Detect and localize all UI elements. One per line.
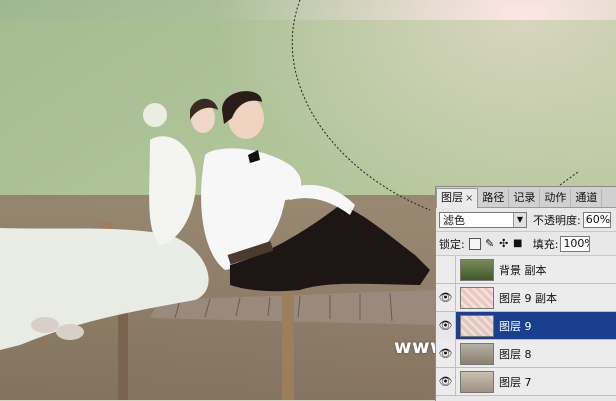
lock-row: 锁定: ✎ ✣ ■ 填充: 100% <box>436 232 616 256</box>
tab-actions[interactable]: 动作 <box>540 189 572 207</box>
layer-name: 背景 副本 <box>499 263 547 277</box>
fill-label: 填充: <box>532 237 559 251</box>
opacity-input[interactable]: 60% <box>582 211 611 228</box>
layer-thumbnail <box>460 314 494 337</box>
panel-tabs: 图层 × 路径 记录 动作 通道 <box>436 187 616 208</box>
tab-channels[interactable]: 通道 <box>571 189 603 207</box>
fill-input[interactable]: 100% <box>560 235 591 252</box>
lock-all-icon[interactable]: ■ <box>513 238 523 249</box>
blend-mode-select[interactable]: 滤色 ▼ <box>439 211 527 228</box>
layer-thumbnail <box>460 370 494 393</box>
layer-name: 图层 8 <box>499 347 532 361</box>
layer-row[interactable]: 👁 图层 9 副本 <box>436 283 616 312</box>
tab-paths-label: 路径 <box>482 191 505 204</box>
tab-history[interactable]: 记录 <box>509 189 541 207</box>
tab-channels-label: 通道 <box>575 191 598 204</box>
layer-thumbnail <box>460 286 494 309</box>
layer-row[interactable]: 背景 副本 <box>436 255 616 284</box>
eye-icon[interactable]: 👁 <box>436 367 456 396</box>
eye-icon[interactable]: 👁 <box>436 339 456 368</box>
layer-row[interactable]: 👁 图层 8 <box>436 339 616 368</box>
lock-move-icon[interactable]: ✣ <box>499 238 509 249</box>
layer-name: 图层 9 <box>499 319 532 333</box>
close-icon[interactable]: × <box>465 193 473 204</box>
layer-row-selected[interactable]: 👁 图层 9 <box>436 311 616 340</box>
lock-label: 锁定: <box>439 237 465 251</box>
eye-icon[interactable]: 👁 <box>436 311 456 340</box>
layer-thumbnail <box>460 258 494 281</box>
lock-transparency-icon[interactable] <box>468 237 481 250</box>
tab-layers-label: 图层 <box>441 191 463 204</box>
layer-thumbnail <box>460 342 494 365</box>
tab-history-label: 记录 <box>513 191 536 204</box>
tab-actions-label: 动作 <box>544 191 567 204</box>
tab-layers[interactable]: 图层 × <box>436 188 479 208</box>
layer-name: 图层 7 <box>499 375 532 389</box>
chevron-down-icon[interactable]: ▼ <box>513 212 526 227</box>
layer-name: 图层 9 副本 <box>499 291 557 305</box>
layers-panel: 图层 × 路径 记录 动作 通道 滤色 ▼ 不透明度: 60% 锁定: ✎ ✣ ■… <box>435 186 616 401</box>
layer-row[interactable]: 👁 图层 7 <box>436 367 616 396</box>
visibility-toggle[interactable] <box>436 255 456 284</box>
opacity-label: 不透明度: <box>533 213 581 227</box>
blend-mode-value: 滤色 <box>443 213 465 227</box>
blend-row: 滤色 ▼ 不透明度: 60% <box>436 208 616 232</box>
eye-icon[interactable]: 👁 <box>436 283 456 312</box>
lock-brush-icon[interactable]: ✎ <box>485 238 495 249</box>
tab-paths[interactable]: 路径 <box>478 189 510 207</box>
